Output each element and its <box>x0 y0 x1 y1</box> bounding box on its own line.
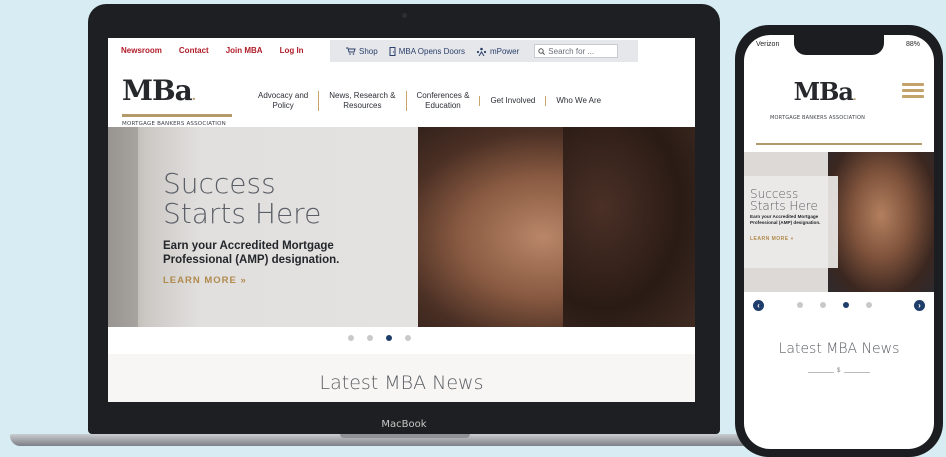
news-section: Latest MBA News <box>108 354 695 402</box>
utility-link-contact[interactable]: Contact <box>179 46 209 55</box>
phone-logo-word: MBa <box>793 77 854 106</box>
status-carrier: Verizon <box>756 41 780 48</box>
utility-link-login[interactable]: Log In <box>280 46 304 55</box>
hero-photo-hair <box>563 127 695 327</box>
carousel-dot-3[interactable] <box>386 335 392 341</box>
utility-bar: Newsroom Contact Join MBA Log In Shop MB… <box>108 38 695 64</box>
opens-doors-link[interactable]: MBA Opens Doors <box>389 46 465 56</box>
nav-conferences[interactable]: Conferences & Education <box>405 91 480 111</box>
utility-right-bar: Shop MBA Opens Doors mPower Search for .… <box>330 40 638 62</box>
carousel-dot-4[interactable] <box>405 335 411 341</box>
phone-carousel-dot-1[interactable] <box>797 302 803 308</box>
laptop-screen: Newsroom Contact Join MBA Log In Shop MB… <box>108 38 695 402</box>
mpower-link[interactable]: mPower <box>476 47 519 56</box>
phone-hero-title-line2: Starts Here <box>750 199 818 213</box>
news-title: Latest MBA News <box>319 372 484 394</box>
phone-hero-banner[interactable]: Success Starts Here Earn your Accredited… <box>744 152 934 292</box>
nav-news-research[interactable]: News, Research & Resources <box>318 91 405 111</box>
logo-word: MBa <box>122 74 193 107</box>
phone-hero-learn-more-link[interactable]: LEARN MORE » <box>750 236 794 242</box>
people-icon <box>476 47 487 56</box>
phone-carousel-dot-3[interactable] <box>843 302 849 308</box>
hero-subtitle-line1: Earn your Accredited Mortgage <box>163 240 334 252</box>
laptop-notch <box>340 434 470 438</box>
phone-hero-photo <box>828 152 934 292</box>
carousel-dots <box>348 335 411 341</box>
hero-banner[interactable]: Success Starts Here Earn your Accredited… <box>108 127 695 327</box>
carousel-dot-1[interactable] <box>348 335 354 341</box>
logo-dot: . <box>191 89 196 103</box>
carousel-prev-arrow[interactable]: ‹ <box>753 300 764 311</box>
search-placeholder: Search for ... <box>548 46 595 56</box>
site-logo[interactable]: MBa. MORTGAGE BANKERS ASSOCIATION <box>122 76 232 127</box>
phone-logo-dot: . <box>852 92 857 103</box>
hero-title: Success Starts Here <box>163 169 321 229</box>
cart-icon <box>346 47 356 55</box>
hero-title-line1: Success <box>163 167 276 200</box>
phone-carousel-dot-4[interactable] <box>866 302 872 308</box>
carousel-next-arrow[interactable]: › <box>914 300 925 311</box>
search-icon <box>538 47 546 55</box>
utility-links: Newsroom Contact Join MBA Log In <box>121 46 304 55</box>
menu-icon[interactable] <box>902 83 924 99</box>
phone-screen: Verizon 88% MBa. MORTGAGE BANKERS ASSOCI… <box>744 35 934 449</box>
utility-link-join[interactable]: Join MBA <box>226 46 263 55</box>
mpower-label: mPower <box>489 46 520 56</box>
phone-hero-subtitle: Earn your Accredited Mortgage Profession… <box>750 214 821 225</box>
nav-get-involved[interactable]: Get Involved <box>479 96 545 106</box>
hero-title-line2: Starts Here <box>163 197 322 230</box>
nav-advocacy[interactable]: Advocacy and Policy <box>248 91 318 111</box>
shop-label: Shop <box>359 46 378 56</box>
hero-learn-more-link[interactable]: LEARN MORE » <box>163 275 247 286</box>
phone-logo[interactable]: MBa. MORTGAGE BANKERS ASSOCIATION <box>770 77 865 122</box>
phone-divider-mark: $ <box>837 368 841 374</box>
phone-carousel-dots <box>797 302 872 308</box>
phone-news-title: Latest MBA News <box>778 341 900 357</box>
camera-dot <box>402 13 407 18</box>
main-nav: Advocacy and Policy News, Research & Res… <box>248 86 611 116</box>
hero-subtitle: Earn your Accredited Mortgage Profession… <box>163 239 339 267</box>
phone-device: Verizon 88% MBa. MORTGAGE BANKERS ASSOCI… <box>735 25 943 457</box>
laptop-lid: Newsroom Contact Join MBA Log In Shop MB… <box>88 4 720 434</box>
phone-notch <box>794 35 884 55</box>
phone-hero-title: Success Starts Here <box>750 188 818 212</box>
door-icon <box>389 46 396 56</box>
phone-logo-subtitle: MORTGAGE BANKERS ASSOCIATION <box>770 115 866 121</box>
utility-link-newsroom[interactable]: Newsroom <box>121 46 162 55</box>
search-input[interactable]: Search for ... <box>534 44 619 58</box>
hero-subtitle-line2: Professional (AMP) designation. <box>163 254 340 266</box>
nav-who-we-are[interactable]: Who We Are <box>545 96 611 106</box>
opens-doors-label: MBA Opens Doors <box>398 46 465 56</box>
carousel-dot-2[interactable] <box>367 335 373 341</box>
phone-carousel-dot-2[interactable] <box>820 302 826 308</box>
laptop-base <box>10 434 800 446</box>
phone-news-divider: $ <box>808 368 870 376</box>
shop-link[interactable]: Shop <box>346 47 378 56</box>
logo-bar <box>122 114 232 117</box>
phone-header-rule <box>756 143 922 145</box>
status-battery: 88% <box>905 41 920 48</box>
laptop-brand-label: MacBook <box>381 419 427 430</box>
